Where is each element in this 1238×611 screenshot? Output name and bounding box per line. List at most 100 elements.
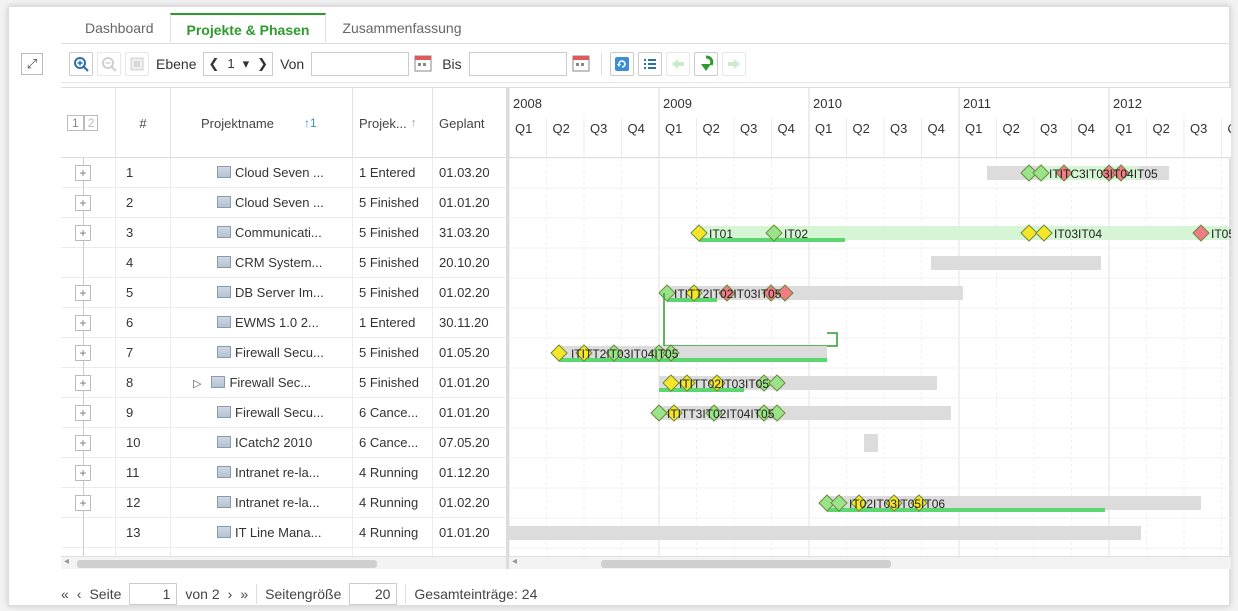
row-name[interactable]: EWMS 1.0 2...	[171, 308, 353, 338]
tree-line	[83, 518, 84, 548]
row-name[interactable]: Cloud Seven ...	[171, 188, 353, 218]
von-calendar-button[interactable]	[413, 53, 435, 75]
page-size-input[interactable]: 20	[349, 583, 398, 605]
gantt-hscroll[interactable]: ◂	[509, 556, 1231, 569]
expand-row-button[interactable]: +	[75, 375, 91, 391]
tree-cell: +	[61, 188, 116, 218]
table-row[interactable]: +6 EWMS 1.0 2... 1 Entered 30.11.20	[61, 308, 506, 338]
expand-row-button[interactable]: +	[75, 195, 91, 211]
table-row[interactable]: +5 DB Server Im... 5 Finished 01.02.20	[61, 278, 506, 308]
caret-down-icon[interactable]: ▾	[243, 56, 250, 72]
scroll-left-icon[interactable]: ◂	[512, 556, 517, 567]
col-header-name[interactable]: Projektname ↑1	[171, 88, 353, 158]
year-label: 2008	[513, 96, 542, 111]
expand-row-button[interactable]: +	[75, 465, 91, 481]
level-selector[interactable]: 1 2	[61, 88, 116, 158]
expand-row-button[interactable]: +	[75, 315, 91, 331]
expand-row-button[interactable]: +	[75, 225, 91, 241]
year-label: 2011	[963, 96, 991, 111]
page-input[interactable]: 1	[129, 583, 178, 605]
row-num: 3	[116, 218, 171, 248]
table-row[interactable]: 4 CRM System... 5 Finished 20.10.20	[61, 248, 506, 278]
back-button[interactable]	[665, 51, 690, 76]
first-page-icon[interactable]: «	[61, 586, 69, 602]
calendar-icon	[414, 55, 432, 71]
row-name[interactable]: Cloud Seven ...	[171, 158, 353, 188]
fit-view-button[interactable]	[125, 51, 149, 76]
sort-asc-icon[interactable]: ↑1	[304, 116, 317, 130]
col-header-planned[interactable]: Geplant	[433, 88, 506, 158]
table-row[interactable]: +7 Firewall Secu... 5 Finished 01.05.20	[61, 338, 506, 368]
expand-icon[interactable]: ⤢	[21, 53, 43, 75]
tab-projekte-phasen[interactable]: Projekte & Phasen	[169, 13, 327, 43]
left-scroll-thumb[interactable]	[77, 560, 377, 568]
bis-date-input[interactable]	[468, 51, 567, 76]
table-row[interactable]: +2 Cloud Seven ... 5 Finished 01.01.20	[61, 188, 506, 218]
refresh-button[interactable]	[609, 51, 634, 76]
expand-row-button[interactable]: +	[75, 285, 91, 301]
row-name[interactable]: ICatch2 2010	[171, 428, 353, 458]
level-1-button[interactable]: 1	[67, 115, 84, 131]
ebene-stepper[interactable]: ❮ 1 ▾ ❯	[203, 51, 274, 76]
von-date-input[interactable]	[311, 51, 410, 76]
row-status: 6 Cance...	[353, 398, 433, 428]
row-num: 9	[116, 398, 171, 428]
row-name[interactable]: ▷ Firewall Sec...	[171, 368, 353, 398]
project-bar	[864, 434, 878, 452]
row-planned: 01.12.20	[439, 465, 490, 480]
row-num: 7	[116, 338, 171, 368]
zoom-in-button[interactable]	[69, 51, 93, 76]
expand-row-button[interactable]: +	[75, 435, 91, 451]
last-page-icon[interactable]: »	[240, 586, 248, 602]
expand-triangle-icon[interactable]: ▷	[193, 378, 201, 390]
expand-row-button[interactable]: +	[75, 345, 91, 361]
expand-row-button[interactable]: +	[75, 495, 91, 511]
col-header-status[interactable]: Projek... ↑	[353, 88, 433, 158]
row-name[interactable]: Firewall Secu...	[171, 398, 353, 428]
bis-calendar-button[interactable]	[571, 53, 593, 75]
table-row[interactable]: +8 ▷ Firewall Sec... 5 Finished 01.01.20	[61, 368, 506, 398]
row-name[interactable]: CRM System...	[171, 248, 353, 278]
chevron-left-icon[interactable]: ❮	[208, 56, 219, 72]
col-header-num[interactable]: #	[116, 88, 171, 158]
quarter-label: Q4	[1078, 121, 1095, 136]
year-label: 2010	[813, 96, 842, 111]
row-name[interactable]: Communicati...	[171, 218, 353, 248]
quarter-label: Q1	[515, 121, 532, 136]
scroll-left-icon[interactable]: ◂	[64, 556, 69, 567]
gantt-scroll-thumb[interactable]	[601, 560, 891, 568]
zoom-out-button[interactable]	[97, 51, 121, 76]
row-name[interactable]: IT Line Mana...	[171, 518, 353, 548]
sort-icon[interactable]: ↑	[411, 117, 417, 129]
table-row[interactable]: +12 Intranet re-la... 4 Running 01.02.20	[61, 488, 506, 518]
row-name[interactable]: DB Server Im...	[171, 278, 353, 308]
row-name[interactable]: Intranet re-la...	[171, 458, 353, 488]
row-name[interactable]: Firewall Secu...	[171, 338, 353, 368]
forward-button[interactable]	[721, 51, 746, 76]
table-row[interactable]: +10 ICatch2 2010 6 Cance... 07.05.20	[61, 428, 506, 458]
calendar-icon	[572, 55, 590, 71]
row-name[interactable]: Intranet re-la...	[171, 488, 353, 518]
tab-zusammenfassung[interactable]: Zusammenfassung	[326, 13, 477, 43]
pager-separator	[405, 584, 407, 604]
table-row[interactable]: +11 Intranet re-la... 4 Running 01.12.20	[61, 458, 506, 488]
table-row[interactable]: +9 Firewall Secu... 6 Cance... 01.01.20	[61, 398, 506, 428]
expand-row-button[interactable]: +	[75, 165, 91, 181]
goto-button[interactable]	[693, 51, 718, 76]
row-planned: 20.10.20	[439, 255, 490, 270]
expand-row-button[interactable]: +	[75, 405, 91, 421]
quarter-label: Q2	[553, 121, 570, 136]
prev-page-icon[interactable]: ‹	[77, 586, 82, 602]
level-2-button[interactable]: 2	[83, 115, 99, 131]
table-row[interactable]: 13 IT Line Mana... 4 Running 01.01.20	[61, 518, 506, 548]
list-view-button[interactable]	[637, 51, 662, 76]
left-hscroll[interactable]: ◂	[61, 556, 506, 569]
next-page-icon[interactable]: ›	[228, 586, 233, 602]
table-row[interactable]: +1 Cloud Seven ... 1 Entered 01.03.20	[61, 158, 506, 188]
chevron-right-icon[interactable]: ❯	[257, 56, 268, 72]
quarter-label: Q1	[665, 121, 682, 136]
table-row[interactable]: +3 Communicati... 5 Finished 31.03.20	[61, 218, 506, 248]
row-planned: 01.03.20	[439, 165, 490, 180]
row-num: 5	[116, 278, 171, 308]
tab-dashboard[interactable]: Dashboard	[69, 13, 170, 43]
